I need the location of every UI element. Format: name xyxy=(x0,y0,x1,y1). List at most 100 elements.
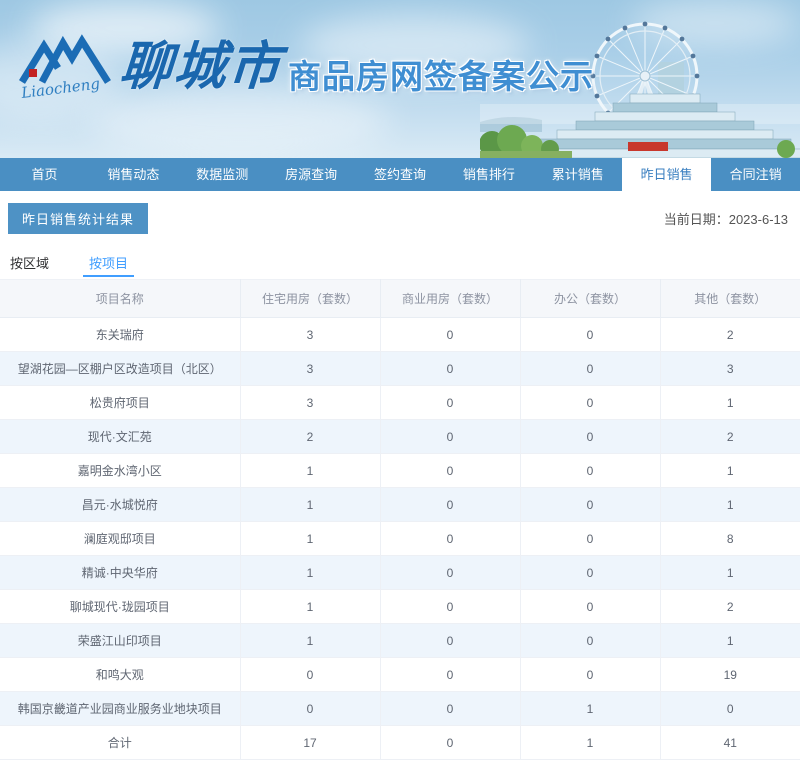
count-cell: 0 xyxy=(240,691,381,726)
count-cell: 8 xyxy=(660,521,800,556)
table-row: 现代·文汇苑 2 0 0 2 xyxy=(0,419,800,454)
project-name-cell: 现代·文汇苑 xyxy=(0,419,241,454)
count-cell: 0 xyxy=(520,623,661,658)
yesterday-sales-table: 项目名称 住宅用房（套数） 商业用房（套数） 办公（套数） 其他（套数） 东关瑞府 3 0 0… xyxy=(0,279,800,760)
count-cell: 0 xyxy=(380,453,521,488)
count-cell: 2 xyxy=(240,419,381,454)
count-cell: 2 xyxy=(660,419,800,454)
count-cell: 1 xyxy=(240,487,381,522)
count-cell: 1 xyxy=(660,555,800,590)
column-header: 其他（套数） xyxy=(660,279,800,318)
project-name-cell: 澜庭观邸项目 xyxy=(0,521,241,556)
count-cell: 1 xyxy=(240,555,381,590)
count-cell: 1 xyxy=(240,453,381,488)
nav-item-listing-search[interactable]: 房源查询 xyxy=(267,158,356,191)
count-cell: 0 xyxy=(380,521,521,556)
count-cell: 0 xyxy=(380,589,521,624)
count-cell: 1 xyxy=(660,453,800,488)
count-cell: 1 xyxy=(660,385,800,420)
column-header: 商业用房（套数） xyxy=(380,279,521,318)
count-cell: 1 xyxy=(240,589,381,624)
count-cell: 0 xyxy=(380,487,521,522)
count-cell: 0 xyxy=(240,657,381,692)
count-cell: 1 xyxy=(240,521,381,556)
count-cell: 2 xyxy=(660,317,800,352)
table-row: 和鸣大观 0 0 0 19 xyxy=(0,657,800,692)
table-row: 韩国京畿道产业园商业服务业地块项目 0 0 1 0 xyxy=(0,691,800,726)
brand-city-name: 聊城市 xyxy=(117,36,285,97)
count-cell: 0 xyxy=(520,657,661,692)
table-total-row: 合计 17 0 1 41 xyxy=(0,725,800,760)
project-name-cell: 昌元·水城悦府 xyxy=(0,487,241,522)
count-cell: 0 xyxy=(380,725,521,760)
count-cell: 2 xyxy=(660,589,800,624)
table-body: 东关瑞府 3 0 0 2 望湖花园—区棚户区改造项目（北区） 3 0 0 3 松贵府项目 3 0 0 1 现代… xyxy=(0,317,800,760)
count-cell: 0 xyxy=(520,589,661,624)
table-row: 精诚·中央华府 1 0 0 1 xyxy=(0,555,800,590)
count-cell: 41 xyxy=(660,725,800,760)
content-head: 昨日销售统计结果 当前日期：2023-6-13 xyxy=(0,191,800,239)
project-name-cell: 东关瑞府 xyxy=(0,317,241,352)
count-cell: 19 xyxy=(660,657,800,692)
table-row: 望湖花园—区棚户区改造项目（北区） 3 0 0 3 xyxy=(0,351,800,386)
current-date-label: 当前日期： xyxy=(663,212,729,227)
section-title-badge: 昨日销售统计结果 xyxy=(8,203,149,234)
liaocheng-logo-icon: Liaocheng xyxy=(19,34,111,102)
table-row: 聊城现代·珑园项目 1 0 0 2 xyxy=(0,589,800,624)
count-cell: 0 xyxy=(380,317,521,352)
current-date: 当前日期：2023-6-13 xyxy=(664,209,788,228)
count-cell: 1 xyxy=(520,691,661,726)
count-cell: 0 xyxy=(380,623,521,658)
count-cell: 0 xyxy=(380,385,521,420)
nav-item-total-sales[interactable]: 累计销售 xyxy=(533,158,622,191)
table-row: 松贵府项目 3 0 0 1 xyxy=(0,385,800,420)
nav-item-home[interactable]: 首页 xyxy=(0,158,89,191)
count-cell: 0 xyxy=(520,487,661,522)
logo-script-text: Liaocheng xyxy=(19,74,101,102)
count-cell: 3 xyxy=(240,385,381,420)
count-cell: 1 xyxy=(660,487,800,522)
nav-item-data-monitor[interactable]: 数据监测 xyxy=(178,158,267,191)
nav-item-sales-trends[interactable]: 销售动态 xyxy=(89,158,178,191)
nav-item-sales-ranking[interactable]: 销售排行 xyxy=(444,158,533,191)
project-name-cell: 精诚·中央华府 xyxy=(0,555,241,590)
tab-by-project[interactable]: 按项目 xyxy=(83,253,135,277)
view-tabs: 按区域 按项目 xyxy=(0,239,800,277)
table-row: 嘉明金水湾小区 1 0 0 1 xyxy=(0,453,800,488)
count-cell: 0 xyxy=(380,555,521,590)
count-cell: 3 xyxy=(660,351,800,386)
site-title: 商品房网签备案公示 xyxy=(288,58,595,95)
nav-item-contract-cancel[interactable]: 合同注销 xyxy=(711,158,800,191)
table-row: 澜庭观邸项目 1 0 0 8 xyxy=(0,521,800,556)
count-cell: 0 xyxy=(380,657,521,692)
count-cell: 3 xyxy=(240,317,381,352)
count-cell: 0 xyxy=(660,691,800,726)
column-header: 项目名称 xyxy=(0,279,241,318)
column-header: 住宅用房（套数） xyxy=(240,279,381,318)
project-name-cell: 韩国京畿道产业园商业服务业地块项目 xyxy=(0,691,241,726)
count-cell: 17 xyxy=(240,725,381,760)
count-cell: 0 xyxy=(380,691,521,726)
tab-by-region[interactable]: 按区域 xyxy=(4,253,55,277)
building-sign xyxy=(628,142,668,151)
project-name-cell: 望湖花园—区棚户区改造项目（北区） xyxy=(0,351,241,386)
project-name-cell: 松贵府项目 xyxy=(0,385,241,420)
count-cell: 0 xyxy=(520,351,661,386)
table-header-row: 项目名称 住宅用房（套数） 商业用房（套数） 办公（套数） 其他（套数） xyxy=(0,279,800,318)
count-cell: 0 xyxy=(520,453,661,488)
main-nav: 首页 销售动态 数据监测 房源查询 签约查询 销售排行 累计销售 昨日销售 合同注销 xyxy=(0,158,800,191)
table-row: 荣盛江山印项目 1 0 0 1 xyxy=(0,623,800,658)
count-cell: 0 xyxy=(380,351,521,386)
count-cell: 0 xyxy=(520,385,661,420)
count-cell: 0 xyxy=(520,419,661,454)
nav-item-contract-search[interactable]: 签约查询 xyxy=(356,158,445,191)
current-date-value: 2023-6-13 xyxy=(728,212,788,227)
count-cell: 0 xyxy=(520,317,661,352)
count-cell: 0 xyxy=(520,555,661,590)
table-row: 东关瑞府 3 0 0 2 xyxy=(0,317,800,352)
count-cell: 0 xyxy=(520,521,661,556)
count-cell: 1 xyxy=(240,623,381,658)
project-name-cell: 荣盛江山印项目 xyxy=(0,623,241,658)
header-banner: Liaocheng 聊城市 商品房网签备案公示 xyxy=(0,0,800,158)
nav-item-yesterday-sales[interactable]: 昨日销售 xyxy=(622,158,712,191)
